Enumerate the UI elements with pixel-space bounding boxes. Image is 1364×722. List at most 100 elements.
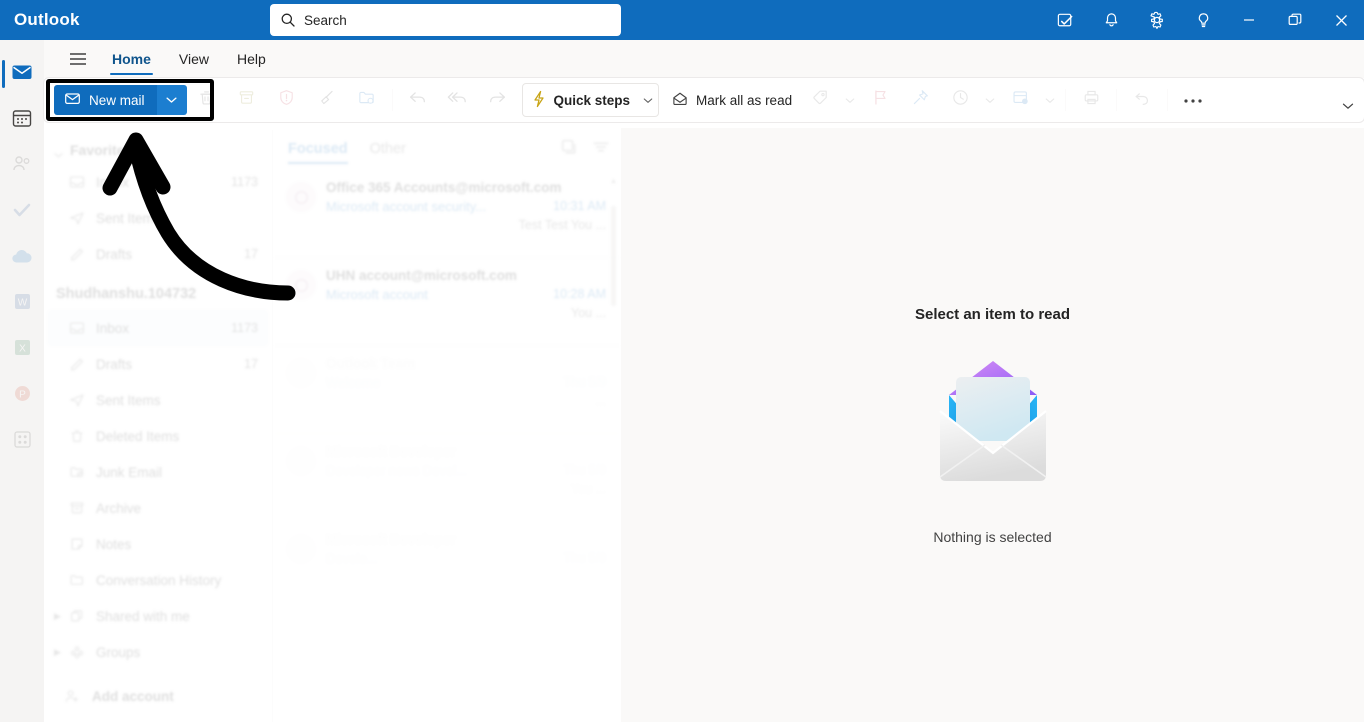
undo-button[interactable] (1122, 83, 1162, 117)
folder-item-shared-with-me[interactable]: ▶ Shared with me (48, 598, 268, 634)
archive-button[interactable] (227, 83, 267, 117)
quick-steps-dropdown[interactable] (638, 97, 658, 104)
rail-item-onedrive[interactable] (2, 236, 42, 280)
message-list-item[interactable]: Microsoft Developer Develo... Thu 5/9 (274, 522, 620, 610)
gear-icon[interactable] (1134, 0, 1180, 40)
chevron-down-icon (166, 91, 177, 109)
outlook-window: Outlook Search Home View Help W X P New … (0, 0, 1364, 722)
restore-icon[interactable] (1272, 0, 1318, 40)
favorites-header[interactable]: Favorites (44, 136, 272, 164)
search-input[interactable]: Search (270, 4, 621, 36)
close-icon[interactable] (1318, 0, 1364, 40)
folder-item-drafts[interactable]: Drafts 17 (48, 346, 268, 382)
move-folder-icon (357, 88, 376, 112)
rail-item-calendar[interactable] (2, 98, 42, 142)
svg-text:P: P (19, 390, 26, 401)
scroll-up-arrow[interactable]: ▲ (610, 178, 617, 185)
flag-icon (871, 88, 890, 112)
forward-button[interactable] (478, 83, 518, 117)
message-list-actions (560, 138, 610, 161)
folder-item-notes[interactable]: Notes (48, 526, 268, 562)
title-bar: Outlook Search (0, 0, 1364, 40)
snooze-dropdown[interactable] (980, 97, 1000, 104)
chevron-down-icon (54, 146, 63, 162)
report-button[interactable] (267, 83, 307, 117)
tab-home[interactable]: Home (98, 40, 165, 78)
message-subject: Develo... (326, 551, 558, 566)
print-button[interactable] (1071, 83, 1111, 117)
snooze-button[interactable] (940, 83, 980, 117)
rail-item-word[interactable]: W (2, 282, 42, 326)
scrollbar-thumb[interactable] (611, 206, 616, 306)
minimize-icon[interactable] (1226, 0, 1272, 40)
hamburger-icon[interactable] (58, 40, 98, 78)
message-time: Thu 5/9 (564, 551, 606, 566)
message-sender: Outlook Team (326, 356, 606, 371)
rail-item-excel[interactable]: X (2, 328, 42, 372)
tab-help[interactable]: Help (223, 40, 280, 78)
message-list-scrollbar[interactable]: ▲ ▼ (610, 178, 617, 722)
chevron-right-icon[interactable]: ▶ (54, 647, 61, 658)
folder-item-groups[interactable]: ▶ Groups (48, 634, 268, 670)
more-button[interactable] (1173, 83, 1213, 117)
todo-icon[interactable] (1042, 0, 1088, 40)
pin-button[interactable] (900, 83, 940, 117)
rules-dropdown[interactable] (1040, 97, 1060, 104)
groups-icon (68, 643, 86, 661)
quick-steps-main[interactable]: Quick steps (523, 83, 639, 117)
favorite-item-sent[interactable]: Sent Items (48, 200, 268, 236)
new-mail-button[interactable]: New mail (54, 85, 187, 115)
message-list-item[interactable]: Office 365 Accounts@microsoft.com Micros… (274, 170, 620, 258)
lightbulb-icon[interactable] (1180, 0, 1226, 40)
message-list-item[interactable]: UHN account@microsoft.com Microsoft acco… (274, 258, 620, 346)
message-list-item[interactable]: Outlook Team Welcome Thu 5/9 ... (274, 346, 620, 434)
rail-item-powerpoint[interactable]: P (2, 374, 42, 418)
mark-all-as-read-button[interactable]: Mark all as read (663, 83, 800, 117)
bell-icon[interactable] (1088, 0, 1134, 40)
conversation-icon[interactable] (560, 138, 578, 161)
message-list-item[interactable]: Microsoft Developer Developer news Devel… (274, 434, 620, 522)
rail-item-people[interactable] (2, 144, 42, 188)
broom-icon (317, 88, 336, 112)
ribbon-expand-button[interactable] (1338, 96, 1358, 116)
filter-icon[interactable] (592, 140, 610, 159)
add-account-button[interactable]: Add account (44, 678, 272, 714)
new-mail-main[interactable]: New mail (54, 85, 157, 115)
folder-count: 1173 (231, 321, 258, 335)
tab-view[interactable]: View (165, 40, 223, 78)
rules-button[interactable] (1000, 83, 1040, 117)
rail-item-mail[interactable] (2, 52, 42, 96)
inbox-icon (68, 173, 86, 191)
folder-item-archive[interactable]: Archive (48, 490, 268, 526)
apps-grid-icon (12, 429, 33, 455)
rail-item-todo[interactable] (2, 190, 42, 234)
move-to-button[interactable] (347, 83, 387, 117)
folder-item-junk-email[interactable]: Junk Email (48, 454, 268, 490)
quick-steps-button[interactable]: Quick steps (521, 83, 660, 117)
favorite-item-drafts[interactable]: Drafts 17 (48, 236, 268, 272)
folder-item-inbox[interactable]: Inbox 1173 (48, 310, 268, 346)
favorites-label: Favorites (70, 142, 133, 158)
inbox-icon (68, 319, 86, 337)
rail-item-more-apps[interactable] (2, 420, 42, 464)
folder-item-sent-items[interactable]: Sent Items (48, 382, 268, 418)
folder-item-deleted-items[interactable]: Deleted Items (48, 418, 268, 454)
reply-all-button[interactable] (438, 83, 478, 117)
checkmark-icon (11, 199, 33, 226)
delete-button[interactable] (187, 83, 227, 117)
new-mail-dropdown[interactable] (156, 85, 187, 115)
tab-other[interactable]: Other (370, 128, 406, 170)
reply-button[interactable] (398, 83, 438, 117)
chevron-right-icon[interactable]: ▶ (54, 611, 61, 622)
flag-button[interactable] (860, 83, 900, 117)
favorite-item-inbox[interactable]: Inbox 1173 (48, 164, 268, 200)
categorize-button[interactable] (800, 83, 840, 117)
message-subject: Welcome (326, 375, 558, 390)
folder-item-conversation-history[interactable]: Conversation History (48, 562, 268, 598)
reply-arrow-icon (407, 88, 428, 112)
app-rail: W X P (0, 40, 44, 722)
tab-focused[interactable]: Focused (288, 128, 348, 170)
sweep-button[interactable] (307, 83, 347, 117)
chevron-down-icon (1342, 97, 1354, 115)
categorize-dropdown[interactable] (840, 97, 860, 104)
